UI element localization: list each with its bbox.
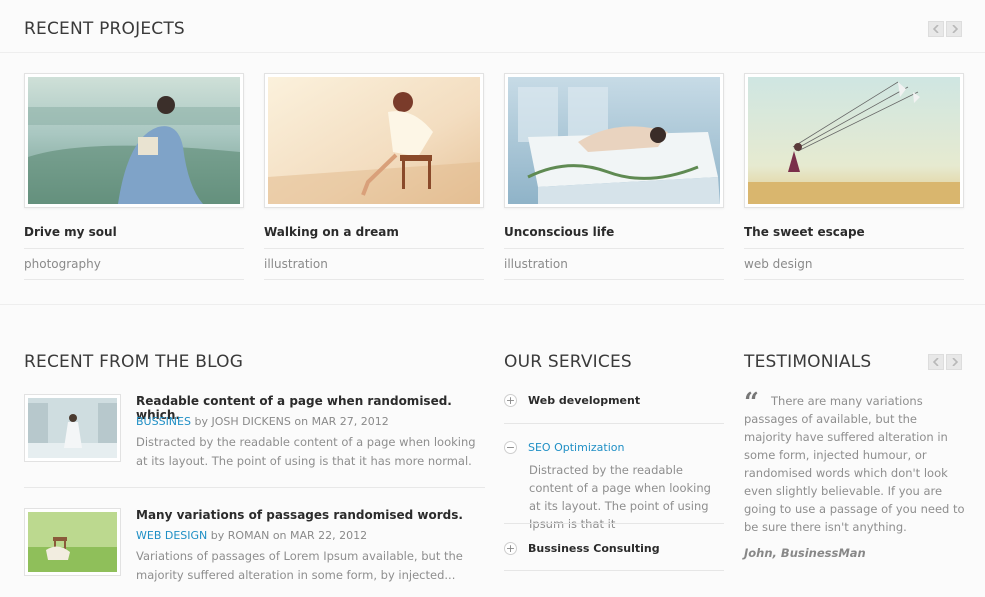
- blog-post: Readable content of a page when randomis…: [24, 394, 485, 490]
- divider: [744, 248, 964, 249]
- blog-post: Many variations of passages randomised w…: [24, 508, 485, 588]
- testimonial-text: There are many variations passages of av…: [744, 394, 965, 534]
- blog-post-meta: BUSSINES by JOSH DICKENS on MAR 27, 2012: [136, 415, 486, 429]
- blog-category-link[interactable]: BUSSINES: [136, 415, 191, 428]
- blog-post-content: Readable content of a page when randomis…: [136, 394, 486, 471]
- project-thumbnail[interactable]: [744, 73, 964, 208]
- blog-date: MAR 27, 2012: [311, 415, 389, 428]
- divider: [264, 279, 484, 280]
- project-image: [748, 77, 960, 204]
- meta-on: on: [272, 529, 287, 542]
- divider: [504, 570, 724, 571]
- meta-by: by: [194, 415, 208, 428]
- blog-author[interactable]: JOSH DICKENS: [211, 415, 290, 428]
- service-item-expanded[interactable]: − SEO Optimization Distracted by the rea…: [504, 439, 724, 533]
- project-category[interactable]: illustration: [504, 257, 724, 271]
- chevron-right-icon: [951, 25, 958, 33]
- chevron-left-icon: [932, 358, 939, 366]
- project-thumbnail[interactable]: [504, 73, 724, 208]
- blog-post-excerpt: Variations of passages of Lorem Ipsum av…: [136, 549, 463, 582]
- project-card[interactable]: The sweet escape web design: [744, 73, 964, 280]
- plus-icon: +: [504, 393, 517, 407]
- project-card[interactable]: Drive my soul photography: [24, 73, 244, 280]
- project-thumbnail[interactable]: [264, 73, 484, 208]
- project-category[interactable]: web design: [744, 257, 964, 271]
- service-toggle[interactable]: + Web development: [504, 392, 724, 408]
- plus-icon: +: [504, 541, 517, 555]
- service-label[interactable]: Web development: [528, 394, 640, 407]
- blog-section-title: RECENT FROM THE BLOG: [24, 352, 244, 372]
- project-title[interactable]: The sweet escape: [744, 225, 964, 239]
- divider: [504, 279, 724, 280]
- blog-thumbnail[interactable]: [24, 508, 121, 576]
- divider: [504, 523, 724, 524]
- divider: [24, 248, 244, 249]
- prev-arrow-button[interactable]: [928, 354, 944, 370]
- minus-icon: −: [504, 440, 517, 454]
- prev-arrow-button[interactable]: [928, 21, 944, 37]
- testimonials-section-title: TESTIMONIALS: [744, 352, 872, 372]
- project-image: [508, 77, 720, 204]
- project-title[interactable]: Drive my soul: [24, 225, 244, 239]
- divider: [264, 248, 484, 249]
- divider: [744, 279, 964, 280]
- service-label[interactable]: Bussiness Consulting: [528, 542, 660, 555]
- blog-author[interactable]: ROMAN: [228, 529, 270, 542]
- testimonial-quote: “ There are many variations passages of …: [744, 388, 965, 536]
- testimonial-author: John, BusinessMan: [744, 546, 866, 560]
- next-arrow-button[interactable]: [946, 21, 962, 37]
- service-item[interactable]: + Web development: [504, 392, 724, 408]
- divider: [504, 248, 724, 249]
- recent-projects-title: RECENT PROJECTS: [24, 19, 185, 39]
- service-toggle[interactable]: + Bussiness Consulting: [504, 540, 724, 556]
- blog-date: MAR 22, 2012: [290, 529, 368, 542]
- meta-by: by: [210, 529, 225, 542]
- divider: [0, 52, 985, 53]
- project-thumbnail[interactable]: [24, 73, 244, 208]
- testimonials-carousel-nav: [928, 354, 962, 370]
- blog-image: [28, 512, 117, 572]
- service-item[interactable]: + Bussiness Consulting: [504, 540, 724, 556]
- project-category[interactable]: illustration: [264, 257, 484, 271]
- divider: [0, 304, 985, 305]
- services-section-title: OUR SERVICES: [504, 352, 632, 372]
- project-card[interactable]: Walking on a dream illustration: [264, 73, 484, 280]
- divider: [24, 487, 485, 488]
- blog-post-excerpt: Distracted by the readable content of a …: [136, 435, 476, 468]
- project-image: [28, 77, 240, 204]
- chevron-left-icon: [932, 25, 939, 33]
- project-card[interactable]: Unconscious life illustration: [504, 73, 724, 280]
- blog-post-title[interactable]: Readable content of a page when randomis…: [136, 394, 486, 422]
- quote-icon: “: [744, 388, 759, 418]
- service-toggle[interactable]: − SEO Optimization: [504, 439, 724, 455]
- blog-thumbnail[interactable]: [24, 394, 121, 462]
- blog-post-meta: WEB DESIGN by ROMAN on MAR 22, 2012: [136, 529, 486, 543]
- next-arrow-button[interactable]: [946, 354, 962, 370]
- projects-carousel-nav: [928, 21, 962, 37]
- divider: [504, 423, 724, 424]
- blog-post-title[interactable]: Many variations of passages randomised w…: [136, 508, 486, 523]
- project-title[interactable]: Unconscious life: [504, 225, 724, 239]
- chevron-right-icon: [951, 358, 958, 366]
- divider: [24, 279, 244, 280]
- project-category[interactable]: photography: [24, 257, 244, 271]
- blog-category-link[interactable]: WEB DESIGN: [136, 529, 207, 542]
- meta-on: on: [294, 415, 309, 428]
- project-image: [268, 77, 480, 204]
- project-title[interactable]: Walking on a dream: [264, 225, 484, 239]
- blog-post-content: Many variations of passages randomised w…: [136, 508, 486, 585]
- blog-image: [28, 398, 117, 458]
- service-label[interactable]: SEO Optimization: [528, 441, 624, 454]
